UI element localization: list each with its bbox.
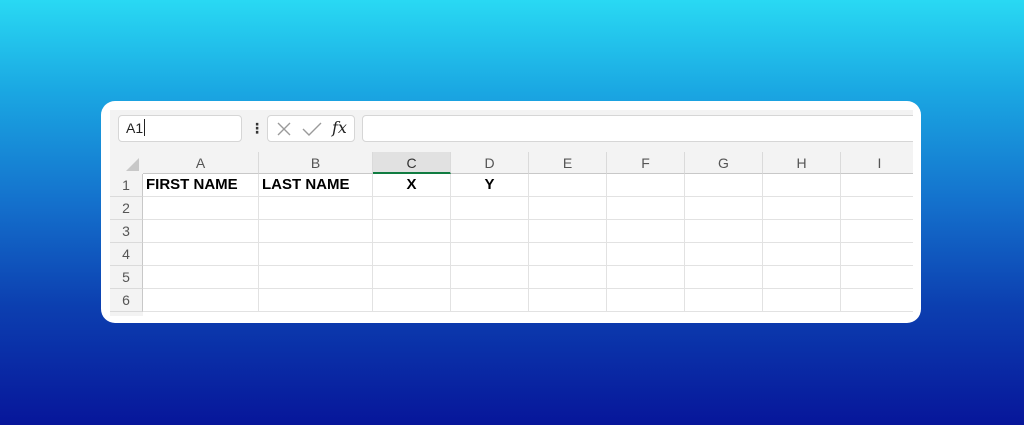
cell-d1[interactable]: Y — [451, 174, 529, 197]
enter-check-icon[interactable] — [302, 121, 322, 142]
cell-b2[interactable] — [259, 197, 373, 220]
cell-e5[interactable] — [529, 266, 607, 289]
cell-g1[interactable] — [685, 174, 763, 197]
cell-b1[interactable]: LAST NAME — [259, 174, 373, 197]
cell-e4[interactable] — [529, 243, 607, 266]
cell-f4[interactable] — [607, 243, 685, 266]
formula-controls: fx — [267, 115, 355, 142]
cell-d5[interactable] — [451, 266, 529, 289]
column-header-f[interactable]: F — [607, 152, 685, 174]
cell-a4[interactable] — [143, 243, 259, 266]
cell-h4[interactable] — [763, 243, 841, 266]
cell-f5[interactable] — [607, 266, 685, 289]
column-header-d[interactable]: D — [451, 152, 529, 174]
select-all-corner[interactable] — [110, 152, 143, 174]
insert-function-icon[interactable]: fx — [332, 118, 347, 137]
cell-f1[interactable] — [607, 174, 685, 197]
cell-i4[interactable] — [841, 243, 913, 266]
cell-f3[interactable] — [607, 220, 685, 243]
cell-g3[interactable] — [685, 220, 763, 243]
column-header-row: A B C D E F G H I — [110, 152, 913, 174]
cell-h5[interactable] — [763, 266, 841, 289]
cell-b4[interactable] — [259, 243, 373, 266]
row-header-3[interactable]: 3 — [110, 220, 143, 243]
column-header-c[interactable]: C — [373, 152, 451, 174]
cell-b3[interactable] — [259, 220, 373, 243]
cell-c5[interactable] — [373, 266, 451, 289]
cell-b6[interactable] — [259, 289, 373, 312]
formula-input[interactable] — [362, 115, 913, 142]
column-header-g[interactable]: G — [685, 152, 763, 174]
cell-h6[interactable] — [763, 289, 841, 312]
more-options-icon[interactable]: ⋮ — [250, 118, 264, 138]
row-header-2[interactable]: 2 — [110, 197, 143, 220]
cell-d6[interactable] — [451, 289, 529, 312]
row-header-4[interactable]: 4 — [110, 243, 143, 266]
cell-c3[interactable] — [373, 220, 451, 243]
cell-a5[interactable] — [143, 266, 259, 289]
text-caret — [144, 119, 146, 136]
spreadsheet-card: A1 ⋮ fx A B C D E F G H I 1 2 3 4 5 6 FI… — [101, 101, 921, 323]
cell-c6[interactable] — [373, 289, 451, 312]
cell-h1[interactable] — [763, 174, 841, 197]
column-header-i[interactable]: I — [841, 152, 913, 174]
name-box[interactable]: A1 — [118, 115, 242, 142]
cell-c2[interactable] — [373, 197, 451, 220]
cell-g4[interactable] — [685, 243, 763, 266]
column-header-e[interactable]: E — [529, 152, 607, 174]
cell-i2[interactable] — [841, 197, 913, 220]
cell-e1[interactable] — [529, 174, 607, 197]
cell-a6[interactable] — [143, 289, 259, 312]
name-box-value: A1 — [126, 120, 144, 136]
cell-g6[interactable] — [685, 289, 763, 312]
cell-e6[interactable] — [529, 289, 607, 312]
cell-i1[interactable] — [841, 174, 913, 197]
cell-e2[interactable] — [529, 197, 607, 220]
cell-i3[interactable] — [841, 220, 913, 243]
cell-e3[interactable] — [529, 220, 607, 243]
cell-d4[interactable] — [451, 243, 529, 266]
cell-a3[interactable] — [143, 220, 259, 243]
cell-c1[interactable]: X — [373, 174, 451, 197]
spreadsheet-window: A1 ⋮ fx A B C D E F G H I 1 2 3 4 5 6 FI… — [110, 110, 913, 316]
formula-bar: A1 ⋮ fx — [110, 110, 913, 148]
row-header-1[interactable]: 1 — [110, 174, 143, 197]
cell-c4[interactable] — [373, 243, 451, 266]
cell-a2[interactable] — [143, 197, 259, 220]
cell-f6[interactable] — [607, 289, 685, 312]
cell-a1[interactable]: FIRST NAME — [143, 174, 259, 197]
cancel-icon[interactable] — [276, 121, 292, 142]
column-header-h[interactable]: H — [763, 152, 841, 174]
column-header-b[interactable]: B — [259, 152, 373, 174]
row-header-6[interactable]: 6 — [110, 289, 143, 312]
cell-b5[interactable] — [259, 266, 373, 289]
cell-h2[interactable] — [763, 197, 841, 220]
cell-i5[interactable] — [841, 266, 913, 289]
cell-i6[interactable] — [841, 289, 913, 312]
cell-f2[interactable] — [607, 197, 685, 220]
cell-g5[interactable] — [685, 266, 763, 289]
cell-area: FIRST NAME LAST NAME X Y — [143, 174, 913, 316]
cell-d2[interactable] — [451, 197, 529, 220]
column-header-a[interactable]: A — [143, 152, 259, 174]
cell-d3[interactable] — [451, 220, 529, 243]
cell-h3[interactable] — [763, 220, 841, 243]
cell-g2[interactable] — [685, 197, 763, 220]
row-header-5[interactable]: 5 — [110, 266, 143, 289]
